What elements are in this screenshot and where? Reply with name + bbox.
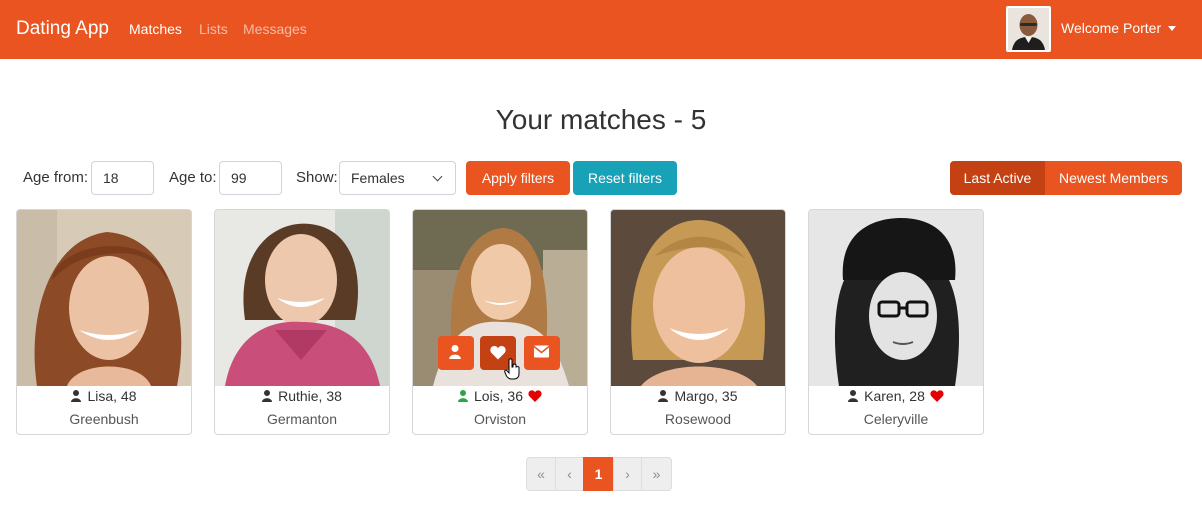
member-city: Rosewood <box>664 411 732 427</box>
hand-cursor-icon <box>504 358 520 380</box>
gender-select[interactable]: Females <box>339 161 456 195</box>
envelope-icon <box>534 345 549 358</box>
navbar: Dating App Matches Lists Messages Welcom… <box>0 0 1202 59</box>
member-name-age: Ruthie, 38 <box>278 388 342 404</box>
heart-icon <box>930 390 944 402</box>
user-icon <box>848 390 859 402</box>
member-city: Celeryville <box>863 411 929 427</box>
online-user-icon <box>457 390 468 402</box>
pagination-prev[interactable]: ‹ <box>555 457 584 491</box>
member-photo[interactable] <box>611 210 785 386</box>
member-city: Greenbush <box>69 411 139 427</box>
age-to-label: Age to: <box>169 169 217 186</box>
member-photo[interactable] <box>17 210 191 386</box>
pagination-page-1[interactable]: 1 <box>583 457 614 491</box>
member-name-age: Margo, 35 <box>674 388 738 404</box>
user-icon <box>262 390 273 402</box>
show-label: Show: <box>296 169 338 186</box>
member-photo[interactable] <box>809 210 983 386</box>
age-to-input[interactable]: 99 <box>219 161 282 195</box>
brand-link[interactable]: Dating App <box>16 18 109 40</box>
welcome-text: Welcome Porter <box>1061 20 1162 36</box>
member-city: Germanton <box>266 411 338 427</box>
age-from-label: Age from: <box>23 169 89 186</box>
message-button[interactable] <box>524 336 560 370</box>
member-name-age: Lisa, 48 <box>87 388 137 404</box>
user-icon <box>449 345 461 359</box>
member-card[interactable]: Karen, 28 Celeryville <box>808 209 984 435</box>
gender-select-value: Females <box>351 170 405 186</box>
member-city: Orviston <box>473 411 527 427</box>
member-name-line: Karen, 28 <box>809 388 983 404</box>
heart-icon <box>528 390 542 402</box>
age-from-input[interactable]: 18 <box>91 161 154 195</box>
page-title: Your matches - 5 <box>495 104 707 135</box>
nav-link-matches[interactable]: Matches <box>129 21 182 37</box>
sort-newest-members-button[interactable]: Newest Members <box>1045 161 1182 195</box>
member-name-line: Margo, 35 <box>611 388 785 404</box>
member-card[interactable]: Lisa, 48 Greenbush <box>16 209 192 435</box>
pagination-first[interactable]: « <box>526 457 556 491</box>
member-name-age: Karen, 28 <box>864 388 925 404</box>
chevron-down-icon <box>432 171 443 182</box>
user-avatar[interactable] <box>1006 6 1051 52</box>
pagination-last[interactable]: » <box>641 457 672 491</box>
member-photo[interactable] <box>413 210 587 386</box>
pagination-next[interactable]: › <box>613 457 642 491</box>
nav-link-messages[interactable]: Messages <box>243 21 307 37</box>
user-icon <box>71 390 82 402</box>
member-photo[interactable] <box>215 210 389 386</box>
member-card[interactable]: Margo, 35 Rosewood <box>610 209 786 435</box>
member-card[interactable]: Lois, 36 Orviston <box>412 209 588 435</box>
sort-last-active-button[interactable]: Last Active <box>950 161 1045 195</box>
caret-down-icon <box>1168 26 1177 31</box>
user-icon <box>658 390 669 402</box>
apply-filters-button[interactable]: Apply filters <box>466 161 570 195</box>
view-profile-button[interactable] <box>438 336 474 370</box>
reset-filters-button[interactable]: Reset filters <box>573 161 677 195</box>
member-name-line: Ruthie, 38 <box>215 388 389 404</box>
member-name-line: Lois, 36 <box>413 388 587 404</box>
user-dropdown-toggle[interactable]: Welcome Porter <box>1061 20 1177 36</box>
member-name-age: Lois, 36 <box>473 388 524 404</box>
member-name-line: Lisa, 48 <box>17 388 191 404</box>
nav-link-lists[interactable]: Lists <box>199 21 228 37</box>
member-card[interactable]: Ruthie, 38 Germanton <box>214 209 390 435</box>
